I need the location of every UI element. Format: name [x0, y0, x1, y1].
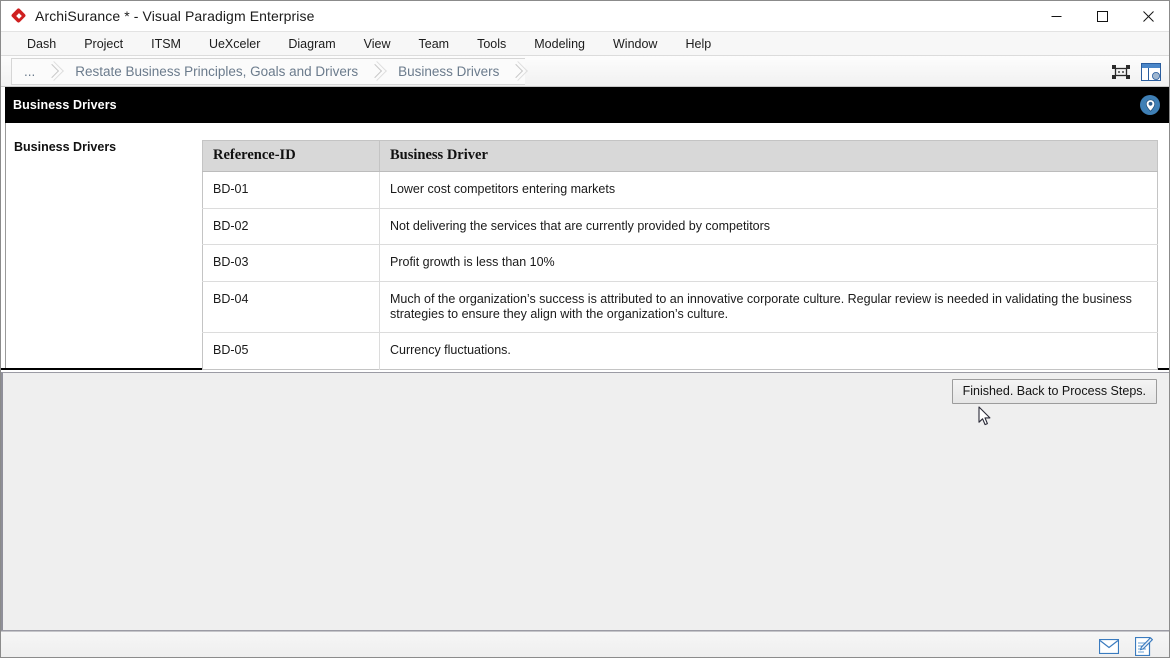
menu-item-view[interactable]: View [350, 34, 405, 54]
app-logo-icon [10, 7, 27, 24]
table-row[interactable]: BD-04 Much of the organization’s success… [202, 281, 1158, 334]
cell-reference-id: BD-02 [202, 208, 380, 246]
status-bar [1, 631, 1169, 657]
section-header: Business Drivers [1, 87, 1169, 123]
breadcrumb-item-ellipsis[interactable]: ... [12, 59, 45, 84]
menu-item-diagram[interactable]: Diagram [274, 34, 349, 54]
breadcrumb-chevron-icon [509, 59, 525, 84]
column-header-reference-id: Reference-ID [202, 140, 380, 172]
status-bar-icons [1098, 632, 1155, 657]
column-header-business-driver: Business Driver [379, 140, 1158, 172]
window-title: ArchiSurance * - Visual Paradigm Enterpr… [35, 8, 315, 24]
sidebar-item-business-drivers: Business Drivers [14, 140, 117, 154]
menu-item-help[interactable]: Help [671, 34, 725, 54]
breadcrumb-bar: ... Restate Business Principles, Goals a… [1, 56, 1169, 87]
window-controls [1033, 1, 1169, 32]
menu-item-uexceler[interactable]: UeXceler [195, 34, 274, 54]
finished-back-to-process-steps-button[interactable]: Finished. Back to Process Steps. [951, 379, 1157, 404]
table-row[interactable]: BD-01 Lower cost competitors entering ma… [202, 171, 1158, 209]
breadcrumb-chevron-icon [45, 59, 61, 84]
breadcrumb: ... Restate Business Principles, Goals a… [11, 57, 526, 85]
close-button[interactable] [1125, 1, 1169, 32]
menu-bar: Dash Project ITSM UeXceler Diagram View … [1, 32, 1169, 56]
panel-layout-icon[interactable] [1139, 60, 1163, 84]
cell-reference-id: BD-03 [202, 244, 380, 282]
fit-to-screen-icon[interactable] [1109, 60, 1133, 84]
menu-item-project[interactable]: Project [70, 34, 137, 54]
breadcrumb-item-restate-business-principles[interactable]: Restate Business Principles, Goals and D… [61, 59, 368, 84]
menu-item-tools[interactable]: Tools [463, 34, 520, 54]
cell-reference-id: BD-05 [202, 332, 380, 370]
note-edit-icon[interactable] [1133, 636, 1155, 656]
table-row[interactable]: BD-05 Currency fluctuations. [202, 332, 1158, 370]
page-title: Business Drivers [13, 98, 117, 112]
cell-business-driver: Much of the organization’s success is at… [379, 281, 1158, 334]
cell-reference-id: BD-04 [202, 281, 380, 334]
minimize-button[interactable] [1033, 1, 1079, 32]
cell-business-driver: Lower cost competitors entering markets [379, 171, 1158, 209]
cell-reference-id: BD-01 [202, 171, 380, 209]
breadcrumb-toolbar [1109, 56, 1163, 87]
breadcrumb-chevron-icon [368, 59, 384, 84]
cell-business-driver: Currency fluctuations. [390, 343, 511, 358]
content-pane: Business Drivers Reference-ID Business D… [1, 123, 1169, 370]
breadcrumb-item-business-drivers[interactable]: Business Drivers [384, 59, 509, 84]
menu-item-modeling[interactable]: Modeling [520, 34, 599, 54]
table-container: Reference-ID Business Driver BD-01 Lower… [202, 123, 1169, 370]
sidebar-panel: Business Drivers [6, 123, 202, 368]
table-header-row: Reference-ID Business Driver [202, 140, 1158, 172]
menu-item-team[interactable]: Team [405, 34, 464, 54]
business-drivers-table: Reference-ID Business Driver BD-01 Lower… [202, 140, 1158, 370]
section-accent-bar [1, 87, 5, 123]
menu-item-dash[interactable]: Dash [13, 34, 70, 54]
location-pin-icon[interactable] [1140, 95, 1160, 115]
application-window: ArchiSurance * - Visual Paradigm Enterpr… [0, 0, 1170, 658]
title-bar: ArchiSurance * - Visual Paradigm Enterpr… [1, 1, 1169, 32]
envelope-icon[interactable] [1098, 636, 1120, 656]
lower-panel: Finished. Back to Process Steps. [1, 372, 1169, 631]
menu-item-itsm[interactable]: ITSM [137, 34, 195, 54]
maximize-button[interactable] [1079, 1, 1125, 32]
table-row[interactable]: BD-03 Profit growth is less than 10% [202, 244, 1158, 282]
cell-business-driver: Not delivering the services that are cur… [379, 208, 1158, 246]
menu-item-window[interactable]: Window [599, 34, 671, 54]
table-row[interactable]: BD-02 Not delivering the services that a… [202, 208, 1158, 246]
cell-business-driver: Profit growth is less than 10% [379, 244, 1158, 282]
